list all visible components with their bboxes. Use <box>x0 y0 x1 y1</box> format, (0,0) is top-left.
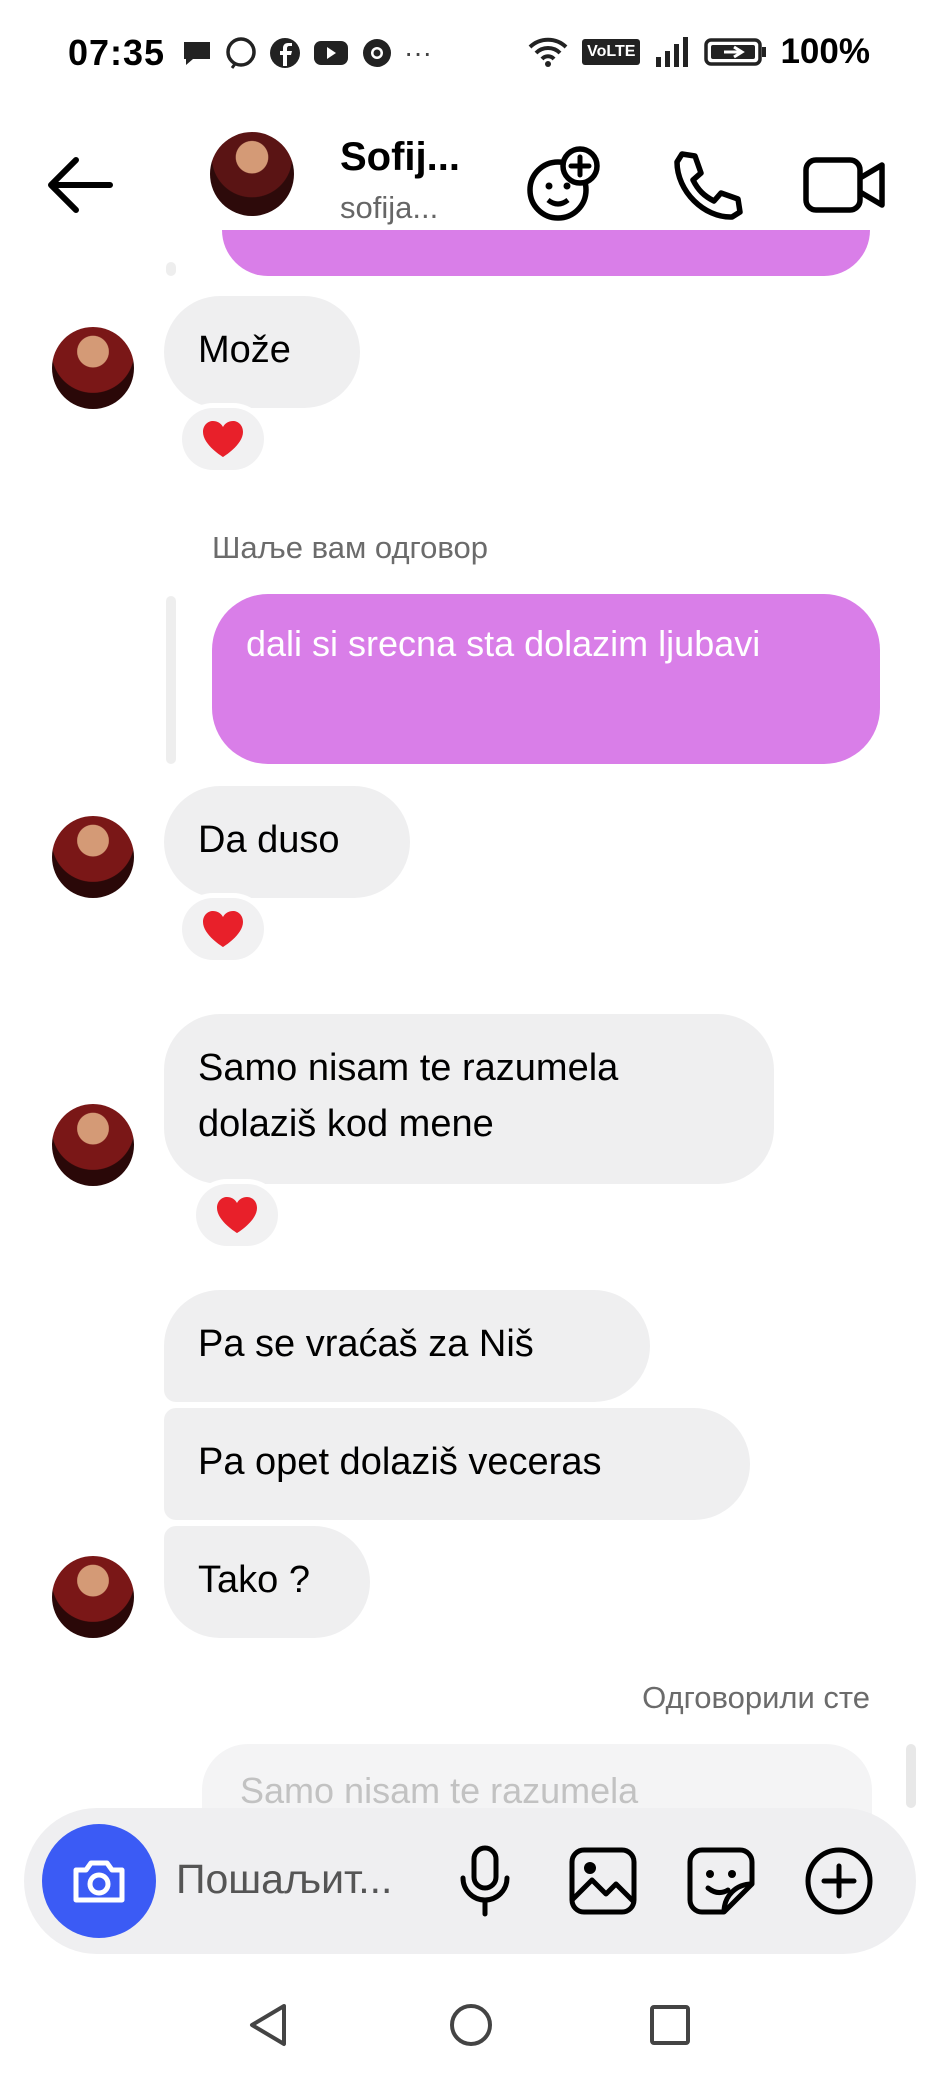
nav-home-icon[interactable] <box>446 2000 496 2050</box>
previous-outgoing-bubble <box>222 230 870 276</box>
camera-button[interactable] <box>42 1824 156 1938</box>
battery-percent: 100% <box>780 32 870 71</box>
nav-back-icon[interactable] <box>244 2000 292 2050</box>
more-notifications-icon: ··· <box>404 37 432 68</box>
add-people-icon[interactable] <box>518 140 608 230</box>
youtube-icon <box>314 41 348 65</box>
message-bubble[interactable]: Samo nisam te razumela dolaziš kod mene <box>164 1014 774 1184</box>
reply-quote-bar <box>166 596 176 764</box>
sender-avatar[interactable] <box>52 327 134 409</box>
video-camera-icon[interactable] <box>800 140 890 230</box>
heart-icon <box>203 911 243 947</box>
system-navigation-bar <box>0 1990 940 2080</box>
previous-quote-bar <box>166 262 176 276</box>
plus-icon[interactable] <box>800 1842 878 1920</box>
message-bubble[interactable]: Može <box>164 296 360 408</box>
message-input[interactable]: Пошаљит... <box>176 1856 392 1903</box>
chrome-icon <box>363 39 391 67</box>
nav-recents-icon[interactable] <box>646 2000 694 2050</box>
heart-reaction[interactable] <box>182 408 264 470</box>
phone-icon[interactable] <box>660 140 750 230</box>
status-time: 07:35 <box>68 32 166 73</box>
heart-reaction[interactable] <box>182 898 264 960</box>
notification-icons: ··· <box>180 36 432 70</box>
sender-avatar[interactable] <box>52 1104 134 1186</box>
heart-reaction[interactable] <box>196 1184 278 1246</box>
contact-avatar[interactable] <box>210 132 294 216</box>
volte-badge: VoLTE <box>582 39 641 65</box>
viber-icon <box>226 37 256 69</box>
quoted-quote-bar <box>906 1744 916 1808</box>
gallery-icon[interactable] <box>564 1842 642 1920</box>
reply-label: Шаље вам одговор <box>212 530 489 565</box>
heart-icon <box>217 1197 257 1233</box>
back-arrow-icon[interactable] <box>40 150 120 220</box>
status-right: VoLTE 100% <box>526 32 870 72</box>
wifi-icon <box>528 37 568 67</box>
sticker-icon[interactable] <box>682 1842 760 1920</box>
sender-avatar[interactable] <box>52 1556 134 1638</box>
signal-icon <box>656 37 689 67</box>
microphone-icon[interactable] <box>446 1842 524 1920</box>
outgoing-message-bubble[interactable]: dali si srecna sta dolazim ljubavi <box>212 594 880 764</box>
message-bubble[interactable]: Pa opet dolaziš veceras <box>164 1408 750 1520</box>
battery-icon <box>704 38 767 66</box>
facebook-icon <box>270 38 300 68</box>
message-composer: Пошаљит... <box>24 1808 916 1954</box>
heart-icon <box>203 421 243 457</box>
contact-name[interactable]: Sofij... <box>340 135 460 180</box>
contact-username[interactable]: sofija... <box>340 190 438 226</box>
status-bar: 07:35 ··· VoLTE 100% <box>0 0 940 110</box>
message-bubble[interactable]: Pa se vraćaš za Niš <box>164 1290 650 1402</box>
camera-icon <box>73 1860 125 1903</box>
chat-notification-icon <box>184 42 210 65</box>
sender-avatar[interactable] <box>52 816 134 898</box>
message-bubble[interactable]: Tako ? <box>164 1526 370 1638</box>
replied-label: Одговорили сте <box>642 1680 870 1715</box>
message-bubble[interactable]: Da duso <box>164 786 410 898</box>
